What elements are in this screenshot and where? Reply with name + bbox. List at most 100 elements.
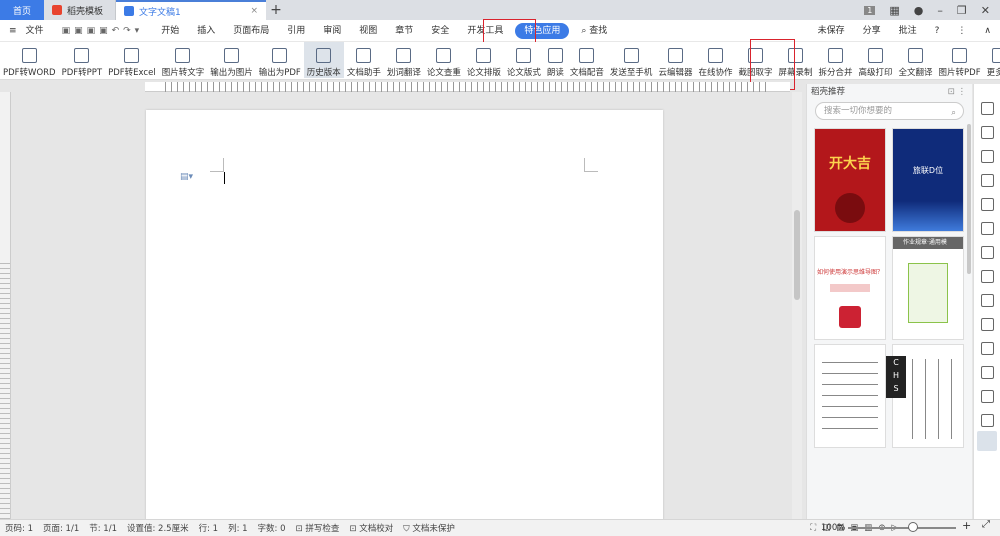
toolbar-button[interactable]: 在线协作 <box>695 42 735 78</box>
template-card[interactable] <box>814 344 886 448</box>
spell-check-button[interactable]: ⊡ 拼写检查 <box>291 522 345 534</box>
document-scrollbar[interactable] <box>792 92 802 519</box>
toolbar-button[interactable]: 朗读 <box>544 42 567 78</box>
toolbar-button[interactable]: 高级打印 <box>856 42 896 78</box>
fill-icon[interactable] <box>981 198 994 211</box>
menu-layout[interactable]: 页面布局 <box>224 20 278 42</box>
status-col[interactable]: 列: 1 <box>223 522 252 534</box>
toolbar-button[interactable]: 文档配音 <box>567 42 607 78</box>
toolbar-button[interactable]: 发送至手机 <box>607 42 656 78</box>
toolbar-button[interactable]: 输出为图片 <box>207 42 256 78</box>
tab-home[interactable]: 首页 <box>0 0 44 20</box>
document-page[interactable]: ▤▾ <box>146 110 663 520</box>
box-icon[interactable] <box>981 366 994 379</box>
image-icon[interactable] <box>981 414 994 427</box>
settings-sliders-icon[interactable] <box>981 270 994 283</box>
share-button[interactable]: 分享 <box>854 20 890 42</box>
hamburger-icon[interactable]: ≡ <box>0 20 26 42</box>
cursor-icon[interactable] <box>981 126 994 139</box>
template-active-icon[interactable] <box>977 431 997 451</box>
toolbar-button-label: 论文排版 <box>466 68 501 78</box>
toolbar-button[interactable]: 更多应 <box>984 42 1000 78</box>
toolbar-button[interactable]: PDF转WORD <box>0 42 59 78</box>
more-icon[interactable]: ⋮ <box>948 20 975 42</box>
chart-icon[interactable] <box>981 246 994 259</box>
status-words[interactable]: 字数: 0 <box>253 522 291 534</box>
template-card[interactable]: 如何使用演示思维导图？ <box>814 236 886 340</box>
layout-icon[interactable]: ▦ <box>889 4 899 17</box>
ime-indicator[interactable]: CHS <box>886 356 906 398</box>
template-card[interactable]: 作业规章·通用模 <box>892 236 964 340</box>
panel-scrollbar[interactable] <box>967 124 971 274</box>
toolbar-button[interactable]: 全文翻译 <box>896 42 936 78</box>
status-pages[interactable]: 页面: 1/1 <box>38 522 84 534</box>
search-menu[interactable]: ⌕ 查找 <box>572 20 616 42</box>
status-setting[interactable]: 设置值: 2.5厘米 <box>122 522 194 534</box>
panel-pin-icon[interactable]: ⊡ ⋮ <box>948 84 972 100</box>
maximize-icon[interactable]: ❐ <box>957 4 967 17</box>
menu-insert[interactable]: 插入 <box>188 20 224 42</box>
location-icon[interactable] <box>981 150 994 163</box>
pen-icon[interactable] <box>981 102 994 115</box>
menu-reference[interactable]: 引用 <box>278 20 314 42</box>
panel-search-input[interactable]: 搜索一切你想要的 ⌕ <box>815 102 964 120</box>
template-card[interactable]: 旅联D位 <box>892 128 964 232</box>
minimize-icon[interactable]: – <box>937 4 943 17</box>
toolbar-button[interactable]: 划词翻译 <box>384 42 424 78</box>
toolbar-button[interactable]: 论文版式 <box>504 42 544 78</box>
toolbar-button[interactable]: 云编辑器 <box>655 42 695 78</box>
close-window-icon[interactable]: ✕ <box>981 4 990 17</box>
toolbar-button[interactable]: 文档助手 <box>344 42 384 78</box>
tab-document[interactable]: 文字文稿1 × <box>116 0 266 20</box>
zoom-in-icon[interactable]: + <box>962 519 971 532</box>
menu-file[interactable]: 文件 <box>26 20 53 42</box>
toolbar-button[interactable]: 输出为PDF <box>256 42 304 78</box>
status-section[interactable]: 节: 1/1 <box>84 522 122 534</box>
toolbar-button[interactable]: 拆分合并 <box>816 42 856 78</box>
paragraph-handle-icon[interactable]: ▤▾ <box>180 172 193 182</box>
vertical-ruler[interactable] <box>0 92 11 519</box>
tool-icon <box>991 48 1000 63</box>
columns-icon[interactable] <box>981 294 994 307</box>
quick-access-icons[interactable]: ▣▣▣▣↶↷▾ <box>53 20 153 42</box>
menu-security[interactable]: 安全 <box>422 20 458 42</box>
tool-icon <box>623 48 639 63</box>
horizontal-ruler[interactable] <box>145 82 790 92</box>
menu-start[interactable]: 开始 <box>152 20 188 42</box>
proof-button[interactable]: ⊡ 文档校对 <box>344 522 398 534</box>
help-icon[interactable]: ? <box>926 20 949 42</box>
calendar-icon[interactable] <box>981 390 994 403</box>
fullscreen-icon[interactable]: ⤢ <box>982 519 990 530</box>
right-sidebar <box>973 84 1000 520</box>
status-row[interactable]: 行: 1 <box>194 522 223 534</box>
collapse-icon[interactable]: ∧ <box>975 20 1000 42</box>
new-tab-button[interactable]: + <box>266 0 286 20</box>
zoom-knob[interactable] <box>908 522 918 532</box>
zoom-slider[interactable] <box>848 527 956 529</box>
avatar-icon[interactable]: ● <box>914 4 924 17</box>
toolbar-button[interactable]: 历史版本 <box>303 42 344 78</box>
toolbar-button[interactable]: 论文排版 <box>464 42 504 78</box>
grid-icon[interactable] <box>981 318 994 331</box>
toolbar-button[interactable]: PDF转PPT <box>59 42 106 78</box>
template-card[interactable]: 开大吉 <box>814 128 886 232</box>
unsaved-status[interactable]: 未保存 <box>809 20 854 42</box>
toolbar-button[interactable]: 图片转文字 <box>159 42 208 78</box>
table-icon[interactable] <box>981 222 994 235</box>
toolbar-button[interactable]: PDF转Excel <box>105 42 159 78</box>
shapes-icon[interactable] <box>981 174 994 187</box>
status-page[interactable]: 页码: 1 <box>0 522 38 534</box>
toolbar-button[interactable]: 论文查重 <box>424 42 464 78</box>
tab-template[interactable]: 稻壳模板 <box>44 0 116 20</box>
close-tab-icon[interactable]: × <box>250 6 258 16</box>
share-icon[interactable] <box>981 342 994 355</box>
toolbar-button[interactable]: 图片转PDF <box>936 42 984 78</box>
menu-review[interactable]: 审阅 <box>314 20 350 42</box>
menu-chapter[interactable]: 章节 <box>386 20 422 42</box>
tool-icon <box>74 48 90 63</box>
zoom-out-icon[interactable]: – <box>838 520 843 531</box>
menu-view[interactable]: 视图 <box>350 20 386 42</box>
protect-button[interactable]: ⛉ 文档未保护 <box>398 522 460 534</box>
comment-button[interactable]: 批注 <box>890 20 926 42</box>
toolbar-button-label: 图片转文字 <box>161 68 205 78</box>
